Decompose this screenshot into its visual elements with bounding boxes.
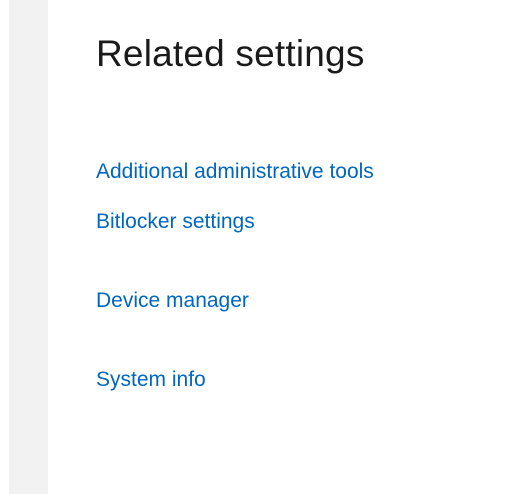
link-additional-administrative-tools[interactable]: Additional administrative tools bbox=[96, 160, 374, 184]
link-bitlocker-settings[interactable]: Bitlocker settings bbox=[96, 210, 255, 234]
link-device-manager[interactable]: Device manager bbox=[96, 289, 249, 313]
navigation-pane-edge bbox=[9, 0, 48, 494]
related-settings-panel: Related settings Additional administrati… bbox=[96, 0, 505, 494]
link-system-info[interactable]: System info bbox=[96, 368, 206, 392]
related-settings-links: Additional administrative tools Bitlocke… bbox=[96, 0, 505, 494]
settings-page: Related settings Additional administrati… bbox=[0, 0, 505, 494]
